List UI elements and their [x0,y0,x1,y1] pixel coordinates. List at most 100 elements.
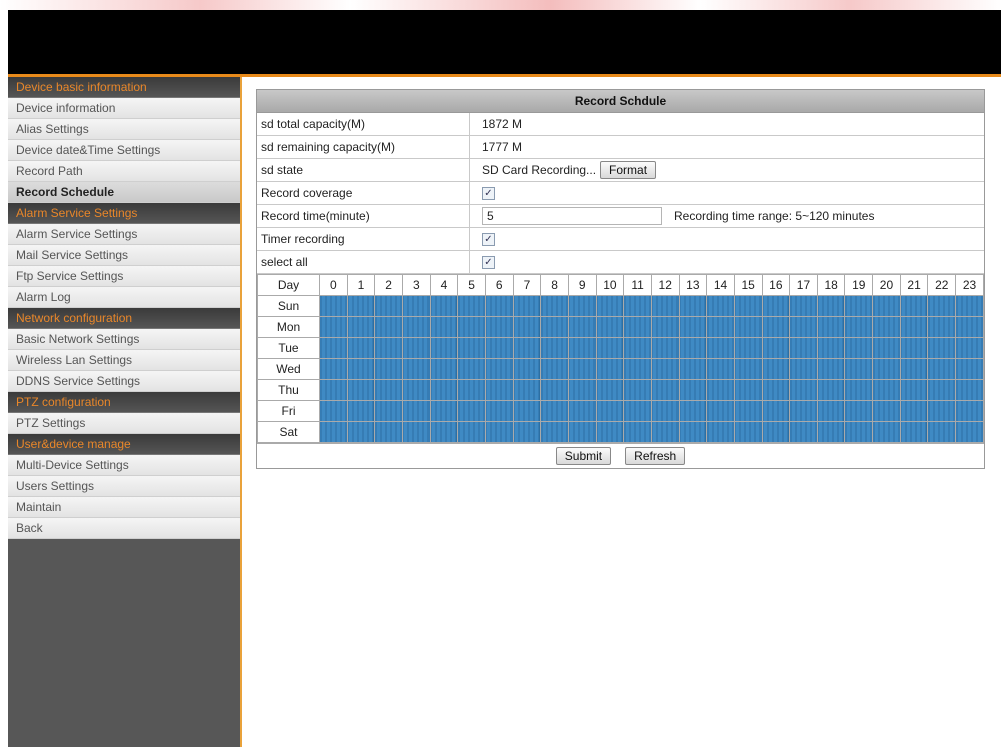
sidebar-item-mail-service-settings[interactable]: Mail Service Settings [8,245,240,266]
sidebar-item-alarm-service-settings[interactable]: Alarm Service Settings [8,224,240,245]
schedule-hour-cell[interactable] [872,421,901,443]
schedule-hour-cell[interactable] [374,316,403,338]
schedule-hour-cell[interactable] [955,316,984,338]
schedule-hour-cell[interactable] [927,337,957,359]
schedule-hour-cell[interactable] [761,421,791,443]
schedule-hour-cell[interactable] [512,358,542,380]
schedule-hour-cell[interactable] [623,379,652,401]
schedule-hour-cell[interactable] [512,337,542,359]
schedule-hour-cell[interactable] [512,421,542,443]
schedule-hour-cell[interactable] [733,337,763,359]
schedule-hour-cell[interactable] [872,400,901,422]
sidebar-item-wireless-lan-settings[interactable]: Wireless Lan Settings [8,350,240,371]
submit-button[interactable]: Submit [555,447,612,465]
sidebar-item-ptz-settings[interactable]: PTZ Settings [8,413,240,434]
schedule-hour-cell[interactable] [761,337,791,359]
schedule-hour-cell[interactable] [678,337,708,359]
schedule-hour-cell[interactable] [401,316,431,338]
schedule-hour-cell[interactable] [789,358,818,380]
schedule-hour-cell[interactable] [567,379,597,401]
schedule-hour-cell[interactable] [650,295,680,317]
schedule-hour-cell[interactable] [540,358,569,380]
schedule-hour-cell[interactable] [346,316,376,338]
schedule-hour-cell[interactable] [512,295,542,317]
schedule-hour-cell[interactable] [374,295,403,317]
record-time-input[interactable]: 5 [482,207,662,225]
schedule-hour-cell[interactable] [706,337,735,359]
schedule-hour-cell[interactable] [429,358,459,380]
schedule-hour-cell[interactable] [401,337,431,359]
schedule-hour-cell[interactable] [761,316,791,338]
schedule-hour-cell[interactable] [457,316,486,338]
schedule-hour-cell[interactable] [789,295,818,317]
timer-recording-checkbox[interactable]: ✓ [482,232,495,246]
schedule-hour-cell[interactable] [540,379,569,401]
schedule-hour-cell[interactable] [955,421,984,443]
schedule-hour-cell[interactable] [540,316,569,338]
schedule-hour-cell[interactable] [816,337,846,359]
schedule-hour-cell[interactable] [457,337,486,359]
schedule-hour-cell[interactable] [374,358,403,380]
schedule-hour-cell[interactable] [319,400,348,422]
sidebar-item-back[interactable]: Back [8,518,240,539]
schedule-hour-cell[interactable] [650,337,680,359]
select-all-checkbox[interactable]: ✓ [482,255,495,269]
schedule-hour-cell[interactable] [844,421,874,443]
schedule-hour-cell[interactable] [540,337,569,359]
sidebar-item-ftp-service-settings[interactable]: Ftp Service Settings [8,266,240,287]
schedule-hour-cell[interactable] [595,358,625,380]
schedule-hour-cell[interactable] [595,421,625,443]
sidebar-item-record-schedule[interactable]: Record Schedule [8,182,240,203]
schedule-hour-cell[interactable] [678,358,708,380]
schedule-hour-cell[interactable] [319,379,348,401]
schedule-hour-cell[interactable] [733,400,763,422]
schedule-hour-cell[interactable] [650,316,680,338]
schedule-hour-cell[interactable] [540,295,569,317]
schedule-hour-cell[interactable] [567,295,597,317]
schedule-hour-cell[interactable] [484,400,514,422]
schedule-hour-cell[interactable] [567,337,597,359]
schedule-hour-cell[interactable] [927,358,957,380]
schedule-hour-cell[interactable] [346,358,376,380]
sidebar-item-basic-network-settings[interactable]: Basic Network Settings [8,329,240,350]
schedule-hour-cell[interactable] [346,400,376,422]
schedule-hour-cell[interactable] [429,400,459,422]
sidebar-item-maintain[interactable]: Maintain [8,497,240,518]
schedule-hour-cell[interactable] [761,358,791,380]
schedule-hour-cell[interactable] [346,295,376,317]
schedule-hour-cell[interactable] [484,295,514,317]
schedule-hour-cell[interactable] [346,379,376,401]
schedule-hour-cell[interactable] [623,337,652,359]
schedule-hour-cell[interactable] [789,316,818,338]
schedule-hour-cell[interactable] [816,400,846,422]
schedule-hour-cell[interactable] [650,421,680,443]
sidebar-item-device-information[interactable]: Device information [8,98,240,119]
schedule-hour-cell[interactable] [844,400,874,422]
schedule-hour-cell[interactable] [595,295,625,317]
schedule-hour-cell[interactable] [623,358,652,380]
schedule-hour-cell[interactable] [816,421,846,443]
schedule-hour-cell[interactable] [955,379,984,401]
schedule-hour-cell[interactable] [733,295,763,317]
schedule-hour-cell[interactable] [789,400,818,422]
schedule-hour-cell[interactable] [927,316,957,338]
schedule-hour-cell[interactable] [816,358,846,380]
schedule-hour-cell[interactable] [319,421,348,443]
schedule-hour-cell[interactable] [706,295,735,317]
schedule-hour-cell[interactable] [706,379,735,401]
schedule-hour-cell[interactable] [512,379,542,401]
sidebar-item-device-date-time-settings[interactable]: Device date&Time Settings [8,140,240,161]
schedule-hour-cell[interactable] [733,358,763,380]
schedule-hour-cell[interactable] [374,379,403,401]
schedule-hour-cell[interactable] [623,421,652,443]
schedule-hour-cell[interactable] [678,421,708,443]
schedule-hour-cell[interactable] [319,295,348,317]
schedule-hour-cell[interactable] [484,421,514,443]
schedule-hour-cell[interactable] [650,379,680,401]
schedule-hour-cell[interactable] [955,400,984,422]
schedule-hour-cell[interactable] [844,358,874,380]
schedule-hour-cell[interactable] [374,421,403,443]
schedule-hour-cell[interactable] [512,400,542,422]
schedule-hour-cell[interactable] [567,400,597,422]
schedule-hour-cell[interactable] [374,400,403,422]
